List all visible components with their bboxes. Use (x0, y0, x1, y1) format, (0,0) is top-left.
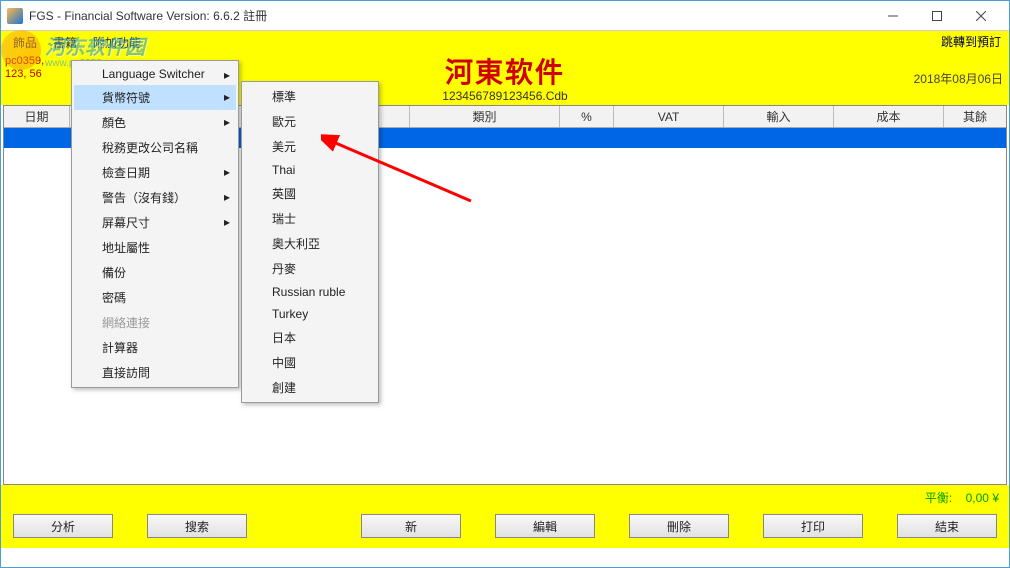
submenu-arrow-icon: ▸ (224, 190, 230, 204)
settings-menu-item-2[interactable]: 顏色▸ (74, 110, 236, 135)
app-icon (7, 8, 23, 24)
currency-menu-item-1[interactable]: 歐元 (244, 109, 376, 134)
header-left-line1: pc0359, (5, 55, 44, 67)
settings-menu-item-7[interactable]: 地址屬性 (74, 235, 236, 260)
settings-menu-item-3[interactable]: 稅務更改公司名稱 (74, 135, 236, 160)
menu-addons[interactable]: 附加功能 (85, 32, 149, 53)
currency-menu-item-8[interactable]: Russian ruble (244, 281, 376, 303)
balance-value: 0,00 ¥ (966, 491, 999, 505)
balance-caption: 平衡: (925, 491, 952, 505)
analyze-button[interactable]: 分析 (13, 514, 113, 538)
submenu-arrow-icon: ▸ (224, 165, 230, 179)
settings-menu: Language Switcher▸貨幣符號▸顏色▸稅務更改公司名稱檢查日期▸警… (71, 60, 239, 388)
settings-menu-item-9[interactable]: 密碼 (74, 285, 236, 310)
currency-submenu: 標準歐元美元Thai英國瑞士奧大利亞丹麥Russian rubleTurkey日… (241, 81, 379, 403)
col-percent[interactable]: % (560, 106, 614, 127)
balance-label: 平衡: 0,00 ¥ (1, 485, 1009, 508)
maximize-button[interactable] (915, 2, 959, 30)
settings-menu-item-6[interactable]: 屏幕尺寸▸ (74, 210, 236, 235)
bottom-band: 平衡: 0,00 ¥ 分析 搜索 新 編輯 刪除 打印 結束 (1, 485, 1009, 548)
end-button[interactable]: 結束 (897, 514, 997, 538)
header-left-line2: 123, 56 (5, 68, 42, 80)
button-row: 分析 搜索 新 編輯 刪除 打印 結束 (1, 508, 1009, 548)
submenu-arrow-icon: ▸ (224, 68, 230, 82)
jump-to-booking-link[interactable]: 跳轉到預訂 (941, 33, 1001, 50)
currency-menu-item-10[interactable]: 日本 (244, 325, 376, 350)
minimize-button[interactable] (871, 2, 915, 30)
settings-menu-item-1[interactable]: 貨幣符號▸ (74, 85, 236, 110)
delete-button[interactable]: 刪除 (629, 514, 729, 538)
submenu-arrow-icon: ▸ (224, 215, 230, 229)
col-date[interactable]: 日期 (4, 106, 70, 127)
window-titlebar: FGS - Financial Software Version: 6.6.2 … (1, 1, 1009, 31)
currency-menu-item-4[interactable]: 英國 (244, 181, 376, 206)
currency-menu-item-0[interactable]: 標準 (244, 84, 376, 109)
submenu-arrow-icon: ▸ (224, 115, 230, 129)
search-button[interactable]: 搜索 (147, 514, 247, 538)
print-button[interactable]: 打印 (763, 514, 863, 538)
menu-books[interactable]: 書籍 (45, 32, 85, 53)
new-button[interactable]: 新 (361, 514, 461, 538)
header-date: 2018年08月06日 (914, 70, 1003, 87)
settings-menu-item-5[interactable]: 警告（沒有錢）▸ (74, 185, 236, 210)
col-category[interactable]: 類別 (410, 106, 560, 127)
currency-menu-item-6[interactable]: 奧大利亞 (244, 231, 376, 256)
col-input[interactable]: 輸入 (724, 106, 834, 127)
col-vat[interactable]: VAT (614, 106, 724, 127)
settings-menu-item-11[interactable]: 計算器 (74, 335, 236, 360)
currency-menu-item-9[interactable]: Turkey (244, 303, 376, 325)
currency-menu-item-12[interactable]: 創建 (244, 375, 376, 400)
settings-menu-item-10: 網絡連接 (74, 310, 236, 335)
col-other[interactable]: 其餘 (944, 106, 1006, 127)
window-title: FGS - Financial Software Version: 6.6.2 … (29, 7, 871, 24)
settings-menu-item-8[interactable]: 備份 (74, 260, 236, 285)
submenu-arrow-icon: ▸ (224, 90, 230, 104)
header-left-meta: pc0359, 123, 56 (5, 55, 44, 81)
edit-button[interactable]: 編輯 (495, 514, 595, 538)
col-cost[interactable]: 成本 (834, 106, 944, 127)
currency-menu-item-3[interactable]: Thai (244, 159, 376, 181)
currency-menu-item-5[interactable]: 瑞士 (244, 206, 376, 231)
menu-ornaments[interactable]: 飾品 (5, 32, 45, 53)
close-button[interactable] (959, 2, 1003, 30)
settings-menu-item-4[interactable]: 檢查日期▸ (74, 160, 236, 185)
settings-menu-item-0[interactable]: Language Switcher▸ (74, 63, 236, 85)
menu-bar: 飾品 書籍 附加功能 跳轉到預訂 (1, 31, 1009, 53)
settings-menu-item-12[interactable]: 直接訪問 (74, 360, 236, 385)
currency-menu-item-2[interactable]: 美元 (244, 134, 376, 159)
currency-menu-item-7[interactable]: 丹麥 (244, 256, 376, 281)
currency-menu-item-11[interactable]: 中國 (244, 350, 376, 375)
